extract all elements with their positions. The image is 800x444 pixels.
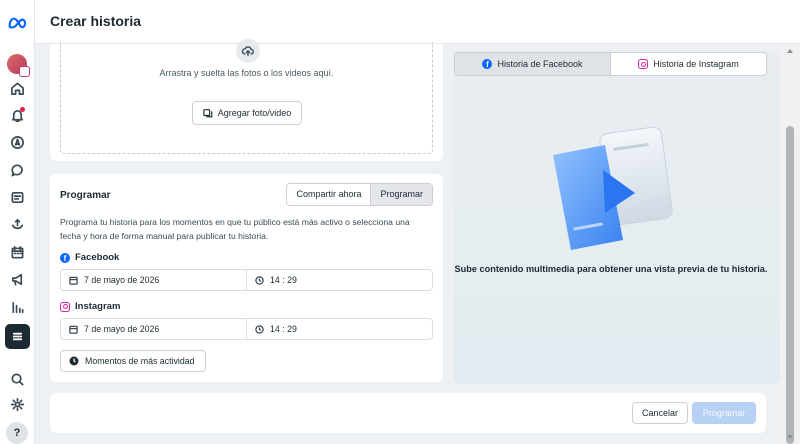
meta-logo-icon[interactable] <box>7 12 28 33</box>
insights-icon[interactable] <box>7 297 28 318</box>
clock-icon <box>255 324 264 334</box>
publish-mode-toggle: Compartir ahora Programar <box>286 183 433 206</box>
tab-instagram-story-label: Historia de Instagram <box>653 59 739 69</box>
chat-icon[interactable] <box>7 160 28 181</box>
home-icon[interactable] <box>7 78 28 99</box>
scroll-up-icon[interactable] <box>787 49 793 53</box>
facebook-date-value: 7 de mayo de 2026 <box>84 275 160 285</box>
instagram-badge-icon <box>19 66 30 77</box>
tab-facebook-story-label: Historia de Facebook <box>497 59 583 69</box>
menu-icon[interactable] <box>5 324 30 349</box>
instagram-label: Instagram <box>75 301 121 312</box>
calendar-icon <box>69 276 78 285</box>
clock-filled-icon <box>69 356 79 366</box>
calendar-icon[interactable] <box>7 242 28 263</box>
schedule-option[interactable]: Programar <box>370 184 432 205</box>
instagram-date-value: 7 de mayo de 2026 <box>84 324 160 334</box>
page-header: Crear historia <box>35 0 800 44</box>
calendar-icon <box>69 325 78 334</box>
scrollbar[interactable] <box>780 44 800 444</box>
schedule-card: Programar Compartir ahora Programar Prog… <box>50 174 443 382</box>
bell-icon[interactable] <box>7 105 28 126</box>
instagram-time-value: 14 : 29 <box>270 324 297 334</box>
dropzone-text: Arrastra y suelta las fotos o los videos… <box>159 68 334 78</box>
instagram-icon <box>60 301 70 312</box>
facebook-icon: f <box>482 59 493 69</box>
share-now-option[interactable]: Compartir ahora <box>287 184 371 205</box>
instagram-time-field[interactable]: 14 : 29 <box>247 319 297 339</box>
gear-icon[interactable] <box>7 394 28 415</box>
peak-times-label: Momentos de más actividad <box>85 356 195 366</box>
upload-cloud-icon <box>236 39 260 63</box>
notification-dot <box>20 107 25 112</box>
left-navigation-rail: ? <box>0 0 35 444</box>
preview-caption: Sube contenido multimedia para obtener u… <box>454 264 768 274</box>
facebook-date-field[interactable]: 7 de mayo de 2026 <box>61 270 247 290</box>
add-media-label: Agregar foto/video <box>217 108 292 118</box>
megaphone-icon[interactable] <box>7 269 28 290</box>
content-icon[interactable] <box>7 187 28 208</box>
scroll-thumb[interactable] <box>786 126 794 444</box>
cancel-button[interactable]: Cancelar <box>632 402 688 424</box>
tab-facebook-story[interactable]: f Historia de Facebook <box>455 53 611 75</box>
story-preview-panel: f Historia de Facebook Historia de Insta… <box>453 50 780 384</box>
instagram-date-field[interactable]: 7 de mayo de 2026 <box>61 319 247 339</box>
tab-instagram-story[interactable]: Historia de Instagram <box>611 53 766 75</box>
instagram-datetime-row: 7 de mayo de 2026 14 : 29 <box>60 318 433 340</box>
compass-icon[interactable] <box>7 132 28 153</box>
search-icon[interactable] <box>7 369 28 390</box>
facebook-platform-label: f Facebook <box>60 252 119 263</box>
schedule-title: Programar <box>60 190 111 201</box>
facebook-label: Facebook <box>75 252 120 263</box>
add-media-button[interactable]: Agregar foto/video <box>192 101 302 125</box>
instagram-platform-label: Instagram <box>60 301 120 312</box>
peak-times-button[interactable]: Momentos de más actividad <box>60 350 206 372</box>
media-upload-card: Arrastra y suelta las fotos o los videos… <box>50 39 443 161</box>
story-preview-illustration <box>553 126 673 250</box>
schedule-submit-button[interactable]: Programar <box>692 402 756 424</box>
schedule-description: Programa tu historia para los momentos e… <box>60 217 410 241</box>
avatar[interactable] <box>7 54 30 77</box>
planner-icon[interactable] <box>7 214 28 235</box>
main-content: Arrastra y suelta las fotos o los videos… <box>35 39 780 444</box>
instagram-icon <box>638 59 649 69</box>
facebook-datetime-row: 7 de mayo de 2026 14 : 29 <box>60 269 433 291</box>
facebook-time-field[interactable]: 14 : 29 <box>247 270 297 290</box>
media-icon <box>202 109 213 118</box>
preview-tabs: f Historia de Facebook Historia de Insta… <box>454 52 767 76</box>
facebook-time-value: 14 : 29 <box>270 275 297 285</box>
clock-icon <box>255 275 264 285</box>
facebook-icon: f <box>60 252 70 263</box>
help-button[interactable]: ? <box>6 422 28 444</box>
footer-actions: Cancelar Programar <box>50 393 766 433</box>
media-dropzone[interactable]: Arrastra y suelta las fotos o los videos… <box>60 39 433 154</box>
page-title: Crear historia <box>50 13 142 29</box>
scroll-down-icon[interactable] <box>787 435 793 439</box>
